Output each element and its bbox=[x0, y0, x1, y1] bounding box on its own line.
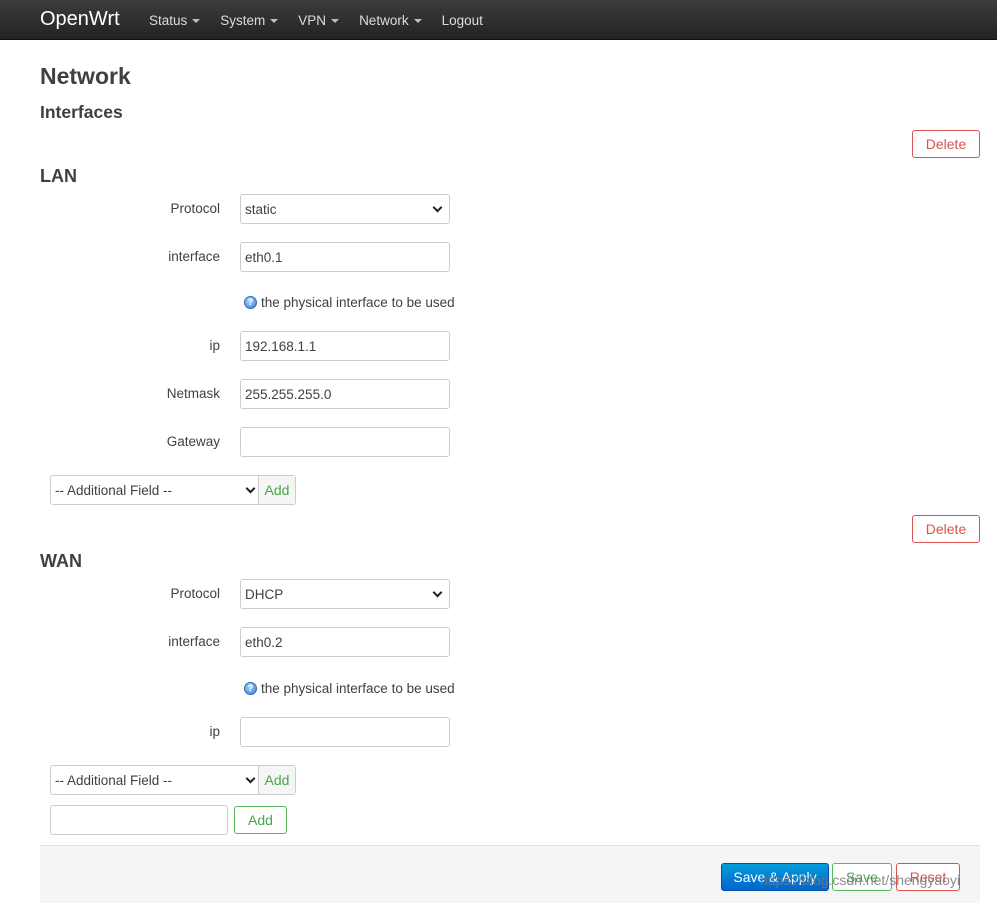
new-section-name-input[interactable] bbox=[50, 805, 228, 835]
menu-status[interactable]: Status bbox=[149, 0, 201, 40]
wan-interface-label: interface bbox=[168, 634, 220, 649]
lan-protocol-value: static bbox=[245, 201, 277, 217]
page-title: Network bbox=[40, 63, 131, 89]
menu-vpn-label: VPN bbox=[298, 12, 327, 28]
menu-logout[interactable]: Logout bbox=[442, 0, 483, 40]
lan-interface-help-text: the physical interface to be used bbox=[261, 295, 455, 310]
chevron-down-icon bbox=[245, 773, 256, 783]
lan-additional-field-select[interactable]: -- Additional Field -- bbox=[51, 476, 259, 504]
reset-button[interactable]: Reset bbox=[896, 863, 960, 891]
caret-down-icon bbox=[331, 18, 340, 23]
lan-interface-help: ? the physical interface to be used bbox=[244, 295, 455, 310]
wan-additional-field-select[interactable]: -- Additional Field -- bbox=[51, 766, 259, 794]
page-subtitle: Interfaces bbox=[40, 102, 123, 122]
chevron-down-icon bbox=[432, 202, 443, 212]
lan-additional-field: -- Additional Field -- Add bbox=[50, 475, 296, 505]
wan-add-field-button[interactable]: Add bbox=[259, 766, 295, 794]
menu-system-label: System bbox=[220, 12, 266, 28]
wan-additional-field-value: -- Additional Field -- bbox=[55, 772, 173, 788]
wan-interface-help: ? the physical interface to be used bbox=[244, 681, 455, 696]
lan-protocol-label: Protocol bbox=[170, 201, 220, 216]
menu-status-label: Status bbox=[149, 12, 188, 28]
menu-vpn[interactable]: VPN bbox=[298, 0, 340, 40]
lan-protocol-select[interactable]: static bbox=[240, 194, 450, 224]
brand-logo[interactable]: OpenWrt bbox=[40, 7, 120, 31]
top-navbar: OpenWrt Status System VPN Network Logout bbox=[0, 0, 997, 40]
wan-interface-input[interactable]: eth0.2 bbox=[240, 627, 450, 657]
caret-down-icon bbox=[192, 18, 201, 23]
main-menu: Status System VPN Network Logout bbox=[149, 0, 503, 40]
wan-section-title: WAN bbox=[40, 551, 82, 571]
wan-ip-label: ip bbox=[209, 724, 220, 739]
lan-interface-label: interface bbox=[168, 249, 220, 264]
menu-network[interactable]: Network bbox=[359, 0, 422, 40]
wan-interface-help-text: the physical interface to be used bbox=[261, 681, 455, 696]
menu-system[interactable]: System bbox=[220, 0, 279, 40]
wan-protocol-select[interactable]: DHCP bbox=[240, 579, 450, 609]
lan-netmask-label: Netmask bbox=[166, 386, 220, 401]
lan-additional-field-value: -- Additional Field -- bbox=[55, 482, 173, 498]
lan-section-title: LAN bbox=[40, 166, 77, 186]
chevron-down-icon bbox=[432, 587, 443, 597]
help-icon: ? bbox=[244, 296, 257, 309]
lan-ip-label: ip bbox=[209, 338, 220, 353]
wan-protocol-label: Protocol bbox=[170, 586, 220, 601]
save-button[interactable]: Save bbox=[832, 863, 892, 891]
lan-interface-input[interactable]: eth0.1 bbox=[240, 242, 450, 272]
chevron-down-icon bbox=[245, 483, 256, 493]
caret-down-icon bbox=[270, 18, 279, 23]
wan-protocol-value: DHCP bbox=[245, 586, 284, 602]
lan-ip-input[interactable]: 192.168.1.1 bbox=[240, 331, 450, 361]
add-section-button[interactable]: Add bbox=[234, 806, 287, 834]
lan-netmask-input[interactable]: 255.255.255.0 bbox=[240, 379, 450, 409]
menu-logout-label: Logout bbox=[441, 12, 483, 28]
save-apply-button[interactable]: Save & Apply bbox=[721, 863, 829, 891]
help-icon: ? bbox=[244, 682, 257, 695]
wan-additional-field: -- Additional Field -- Add bbox=[50, 765, 296, 795]
menu-network-label: Network bbox=[359, 12, 409, 28]
lan-add-field-button[interactable]: Add bbox=[259, 476, 295, 504]
lan-gateway-label: Gateway bbox=[166, 434, 220, 449]
wan-ip-input[interactable] bbox=[240, 717, 450, 747]
caret-down-icon bbox=[413, 18, 422, 23]
wan-delete-button[interactable]: Delete bbox=[912, 515, 980, 543]
lan-delete-button[interactable]: Delete bbox=[912, 130, 980, 158]
lan-gateway-input[interactable] bbox=[240, 427, 450, 457]
